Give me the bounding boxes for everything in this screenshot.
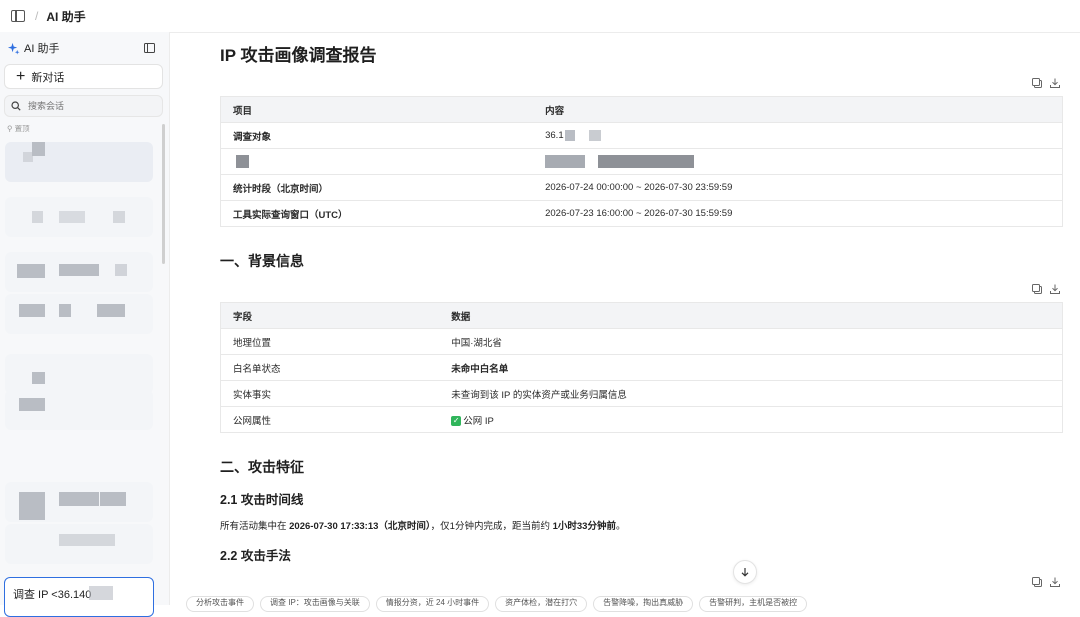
table-cell-value	[533, 148, 1064, 175]
breadcrumb-separator: /	[35, 9, 39, 23]
copy-icon[interactable]	[1031, 576, 1043, 588]
arrow-down-icon	[741, 568, 749, 577]
page-title: IP 攻击画像调查报告	[220, 46, 377, 65]
table-cell-value: 36.1	[533, 122, 1064, 149]
subsection-heading: 2.2 攻击手法	[220, 549, 291, 563]
search-box[interactable]	[4, 95, 163, 117]
table-row: 公网属性 ✓ 公网 IP	[220, 406, 1064, 433]
background-info-table: 字段 数据 地理位置 中国·湖北省 白名单状态 未命中白名单 实体事实 未查询到…	[220, 302, 1064, 433]
table-row: 调查对象 36.1	[220, 122, 1064, 149]
table-cell-key: 统计时段（北京时间）	[220, 174, 534, 201]
sidebar-title: AI 助手	[24, 43, 60, 55]
conversation-item[interactable]	[5, 390, 153, 430]
checkmark-icon: ✓	[451, 415, 462, 426]
plus-icon: +	[16, 67, 26, 85]
table-cell-value: 2026-07-24 00:00:00 ~ 2026-07-30 23:59:5…	[533, 174, 1064, 201]
sparkle-icon	[7, 42, 20, 55]
table-row: 白名单状态 未命中白名单	[220, 354, 1064, 381]
download-icon[interactable]	[1049, 576, 1061, 588]
table-row: 统计时段（北京时间） 2026-07-24 00:00:00 ~ 2026-07…	[220, 174, 1064, 201]
sidebar: AI 助手 + 新对话 ⚲ 置顶	[0, 32, 170, 617]
suggestion-chip[interactable]: 调查 IP：攻击画像与关联	[260, 596, 370, 612]
suggestion-chip[interactable]: 分析攻击事件	[186, 596, 254, 612]
conversation-item[interactable]	[5, 294, 153, 334]
subsection-heading: 2.1 攻击时间线	[220, 493, 304, 507]
breadcrumb: AI 助手	[46, 9, 86, 24]
table-header-cell: 项目	[220, 96, 534, 123]
search-input[interactable]	[26, 100, 150, 112]
table-row: 地理位置 中国·湖北省	[220, 328, 1064, 355]
table-header-cell: 字段	[220, 302, 440, 329]
table-header-cell: 数据	[439, 302, 1064, 329]
table-header-row: 字段 数据	[220, 302, 1064, 329]
copy-icon[interactable]	[1031, 283, 1043, 295]
suggestion-chip[interactable]: 资产体检，潜在打穴	[495, 596, 588, 612]
table-row: 工具实际查询窗口（UTC） 2026-07-23 16:00:00 ~ 2026…	[220, 200, 1064, 227]
table-row	[220, 148, 1064, 175]
table-cell-key: 白名单状态	[220, 354, 440, 381]
search-icon	[11, 101, 21, 111]
table-cell-key: 工具实际查询窗口（UTC）	[220, 200, 534, 227]
new-chat-button[interactable]: + 新对话	[4, 64, 163, 89]
sidebar-toggle-icon[interactable]	[11, 10, 25, 22]
collapse-sidebar-icon[interactable]	[144, 43, 155, 53]
table-cell-key: 地理位置	[220, 328, 440, 355]
scroll-to-bottom-button[interactable]	[733, 560, 757, 584]
table-cell-value: ✓ 公网 IP	[439, 406, 1064, 433]
table-cell-key: 调查对象	[220, 122, 534, 149]
suggestion-chips: 分析攻击事件 调查 IP：攻击画像与关联 情报分资，近 24 小时事件 资产体检…	[186, 596, 1080, 612]
table-header-cell: 内容	[533, 96, 1064, 123]
conversation-item[interactable]	[5, 524, 153, 564]
table-cell-value: 未命中白名单	[439, 354, 1064, 381]
suggestion-chip[interactable]: 告警降噪，掏出真威胁	[593, 596, 694, 612]
conversation-item[interactable]	[5, 354, 153, 394]
section-heading: 二、攻击特征	[220, 459, 304, 475]
table-cell-key	[220, 148, 534, 175]
section-heading: 一、背景信息	[220, 253, 304, 269]
main-content: IP 攻击画像调查报告 项目 内容 调查对象 36.1 统计时段（北京时间） 2…	[170, 32, 1080, 605]
sidebar-header: AI 助手	[7, 40, 59, 56]
conversation-item[interactable]	[5, 482, 153, 522]
suggestion-chip[interactable]: 情报分资，近 24 小时事件	[375, 596, 490, 612]
table-cell-value: 未查询到该 IP 的实体资产或业务归属信息	[439, 380, 1064, 407]
conversation-item[interactable]	[5, 252, 153, 292]
new-chat-label: 新对话	[31, 71, 65, 84]
pinned-section-label: ⚲ 置顶	[7, 124, 30, 133]
download-icon[interactable]	[1049, 283, 1061, 295]
table-cell-value: 中国·湖北省	[439, 328, 1064, 355]
current-conversation-item[interactable]: 调查 IP <36.140	[4, 577, 154, 617]
current-conversation-label: 调查 IP <36.140	[13, 589, 92, 601]
timeline-paragraph: 所有活动集中在 2026-07-30 17:33:13（北京时间），仅1分钟内完…	[220, 521, 626, 532]
table-row: 实体事实 未查询到该 IP 的实体资产或业务归属信息	[220, 380, 1064, 407]
suggestion-chip[interactable]: 告警研判，主机是否被控	[699, 596, 808, 612]
conversation-item[interactable]	[5, 197, 153, 237]
sidebar-scrollbar[interactable]	[162, 124, 165, 264]
table-cell-value: 2026-07-23 16:00:00 ~ 2026-07-30 15:59:5…	[533, 200, 1064, 227]
conversation-item[interactable]	[5, 142, 153, 182]
table-cell-key: 公网属性	[220, 406, 440, 433]
top-bar: / AI 助手	[0, 0, 1080, 33]
table-cell-key: 实体事实	[220, 380, 440, 407]
summary-table: 项目 内容 调查对象 36.1 统计时段（北京时间） 2026-07-24 00…	[220, 96, 1064, 227]
table-header-row: 项目 内容	[220, 96, 1064, 123]
copy-icon[interactable]	[1031, 77, 1043, 89]
download-icon[interactable]	[1049, 77, 1061, 89]
